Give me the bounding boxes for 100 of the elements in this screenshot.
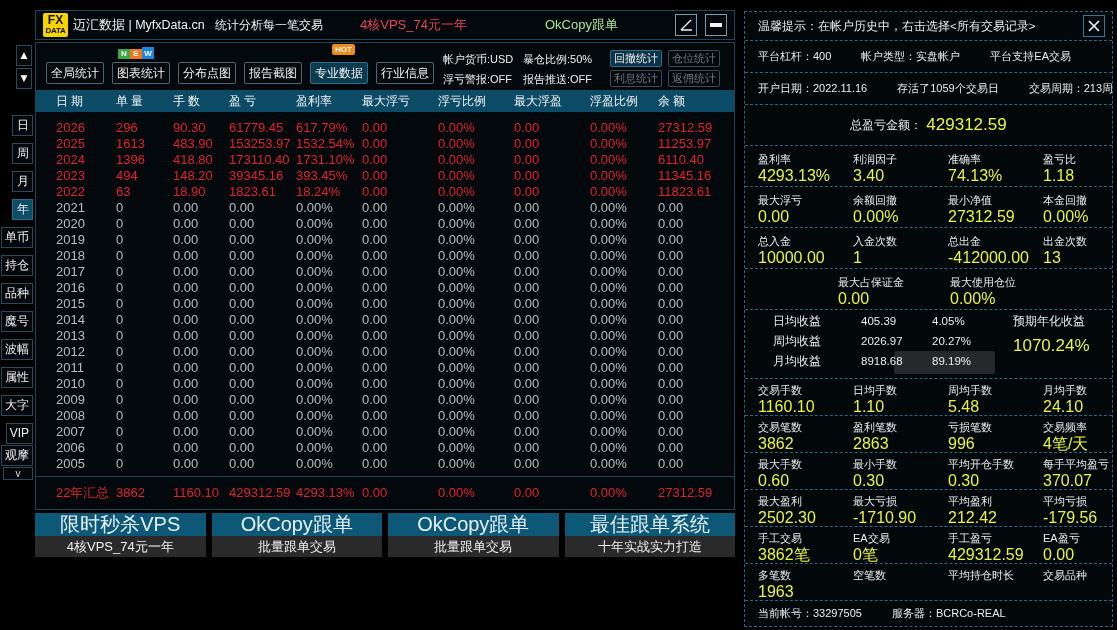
table-cell: 0 <box>116 392 124 408</box>
stat-label: 平均持仓时长 <box>948 568 1014 582</box>
more-button[interactable]: v <box>3 467 33 480</box>
arrow-button[interactable]: ▲ <box>16 45 32 66</box>
column-header: 最大浮亏 <box>362 93 410 109</box>
hot-badge: HOT <box>332 44 355 55</box>
side-tab[interactable]: 周 <box>12 143 33 164</box>
stat-label: EA交易 <box>853 531 890 545</box>
side-tab[interactable]: 单币 <box>1 227 33 248</box>
side-tab[interactable]: 属性 <box>1 367 33 388</box>
table-cell: 0.00% <box>438 264 475 280</box>
side-tab[interactable]: 波幅 <box>1 339 33 360</box>
table-cell: 0.00 <box>173 280 199 296</box>
table-cell: 0.00 <box>362 360 388 376</box>
toolbar-button[interactable]: 报告截图 <box>244 62 302 84</box>
table-cell: 0.00% <box>438 376 475 392</box>
table-cell: 0.00 <box>514 152 540 168</box>
table-cell: 0.00 <box>362 408 388 424</box>
table-cell: 11823.61 <box>658 184 712 200</box>
banner-caption[interactable]: 十年实战实力打造 <box>564 536 735 557</box>
table-cell: 0.00 <box>514 200 540 216</box>
table-cell: 0.00 <box>362 312 388 328</box>
close-button[interactable] <box>1083 15 1105 37</box>
table-cell: 0.00% <box>590 184 627 200</box>
table-cell: 0.00 <box>658 408 684 424</box>
stat-value: 0.00% <box>1043 207 1089 226</box>
logo-text: DATA <box>45 26 66 35</box>
side-tab[interactable]: 持仓 <box>1 255 33 276</box>
new-badge-letter: N <box>118 49 130 59</box>
side-tab[interactable]: 日 <box>12 115 33 136</box>
table-cell: 0.00% <box>590 392 627 408</box>
table-cell: 0.00 <box>362 168 388 184</box>
table-cell: 1731.10% <box>296 152 355 168</box>
table-cell: 0 <box>116 456 124 472</box>
table-cell: 296 <box>116 120 138 136</box>
table-cell: 0 <box>116 360 124 376</box>
table-cell: 153253.97 <box>229 136 291 152</box>
summary-cell: 0.00% <box>590 485 627 501</box>
promo-link[interactable]: OkCopy跟单 <box>545 16 618 34</box>
toolbar-button[interactable]: 全局统计 <box>46 62 104 84</box>
table-cell: 0.00 <box>173 200 199 216</box>
stat-button[interactable]: 回撤统计 <box>610 50 662 67</box>
side-tab[interactable]: VIP <box>5 423 33 444</box>
table-cell: 27312.59 <box>658 120 713 136</box>
stat-value: 2026.97 <box>861 335 903 347</box>
table-cell: 0.00 <box>229 248 255 264</box>
summary-cell: 27312.59 <box>658 485 713 501</box>
stat-label: 手工盈亏 <box>948 531 992 545</box>
table-cell: 2016 <box>56 280 85 296</box>
banner-caption[interactable]: 批量跟单交易 <box>211 536 382 557</box>
banner-title[interactable]: OkCopy跟单 <box>388 513 559 536</box>
side-tab[interactable]: 年 <box>12 199 33 220</box>
angle-button[interactable] <box>675 14 697 36</box>
stat-label: 入金次数 <box>853 234 897 248</box>
side-tab[interactable]: 月 <box>12 171 33 192</box>
column-header: 单 量 <box>116 93 144 109</box>
toolbar-button[interactable]: 分布点图 <box>178 62 236 84</box>
table-cell: 2015 <box>56 296 85 312</box>
table-cell: 0.00% <box>590 264 627 280</box>
table-cell: 0.00 <box>173 392 199 408</box>
table-cell: 0.00 <box>229 456 255 472</box>
toolbar-button[interactable]: 专业数据 <box>310 62 368 84</box>
table-cell: 0.00 <box>173 312 199 328</box>
stat-value: 3862 <box>758 434 794 453</box>
promo-link[interactable]: 4核VPS_74元一年 <box>360 16 545 34</box>
toolbar-button[interactable]: 图表统计 <box>112 62 170 84</box>
table-cell: 6110.40 <box>658 152 705 168</box>
stat-value: 1.10 <box>853 397 885 416</box>
banner-title[interactable]: 限时秒杀VPS <box>35 513 206 536</box>
arrow-button[interactable]: ▼ <box>16 68 32 89</box>
stat-label: 最大使用仓位 <box>950 275 1016 289</box>
table-cell: 483.90 <box>173 136 213 152</box>
table-cell: 0.00% <box>438 296 475 312</box>
stat-value: 1963 <box>758 582 794 601</box>
minimize-button[interactable] <box>705 14 727 36</box>
banner-title[interactable]: 最佳跟单系统 <box>564 513 735 536</box>
table-cell: 0.00 <box>514 216 540 232</box>
banner-title[interactable]: OkCopy跟单 <box>211 513 382 536</box>
table-cell: 0.00 <box>173 296 199 312</box>
banner-caption[interactable]: 批量跟单交易 <box>388 536 559 557</box>
table-cell: 39345.16 <box>229 168 284 184</box>
stat-label: 最大手数 <box>758 457 802 471</box>
table-cell: 0.00 <box>514 440 540 456</box>
side-tab[interactable]: 大字 <box>1 395 33 416</box>
table-cell: 0.00% <box>438 424 475 440</box>
table-cell: 0.00% <box>590 312 627 328</box>
table-cell: 2006 <box>56 440 85 456</box>
side-tab[interactable]: 观摩 <box>1 445 33 466</box>
stat-value: 10000.00 <box>758 248 825 267</box>
table-cell: 0.00 <box>173 248 199 264</box>
banner-caption[interactable]: 4核VPS_74元一年 <box>35 536 206 557</box>
table-cell: 1532.54% <box>296 136 355 152</box>
side-tab[interactable]: 魔号 <box>1 311 33 332</box>
table-cell: 0.00 <box>362 344 388 360</box>
table-cell: 0.00% <box>438 440 475 456</box>
side-tab[interactable]: 品种 <box>1 283 33 304</box>
new-badge-letter: W <box>142 47 154 59</box>
stat-value: 20.27% <box>932 335 971 347</box>
toolbar-button[interactable]: 行业信息 <box>376 62 434 84</box>
info-text: 帐户类型：实盘帐户 <box>861 49 961 64</box>
